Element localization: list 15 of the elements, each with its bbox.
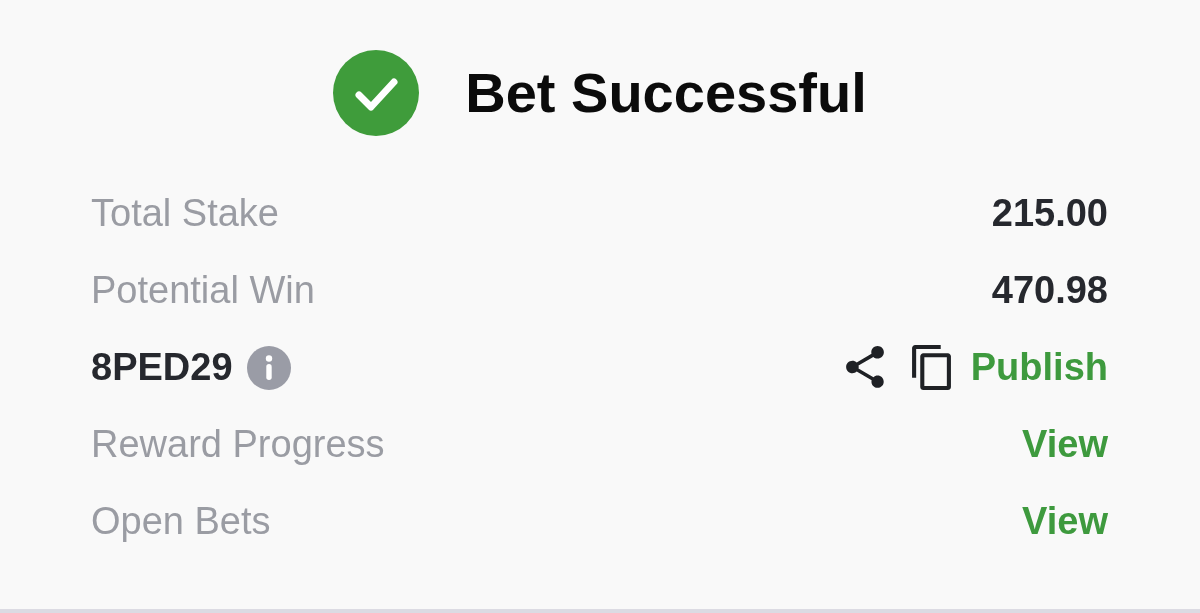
row-label: Reward Progress: [91, 422, 385, 467]
info-icon[interactable]: [246, 345, 291, 390]
view-link[interactable]: View: [1022, 416, 1108, 473]
row-label: Potential Win: [91, 268, 315, 313]
row-label: Open Bets: [91, 499, 271, 544]
check-circle-icon: [333, 50, 420, 136]
view-link[interactable]: View: [1022, 493, 1108, 550]
amount-value: 215.00: [991, 191, 1108, 236]
booking-code: 8PED29: [91, 345, 233, 390]
share-icon[interactable]: [845, 346, 884, 389]
publish-link[interactable]: Publish: [970, 339, 1108, 396]
amount-value: 470.98: [991, 268, 1108, 313]
copy-icon[interactable]: [911, 345, 951, 390]
row-label: Total Stake: [91, 191, 279, 236]
success-title: Bet Successful: [465, 65, 867, 121]
